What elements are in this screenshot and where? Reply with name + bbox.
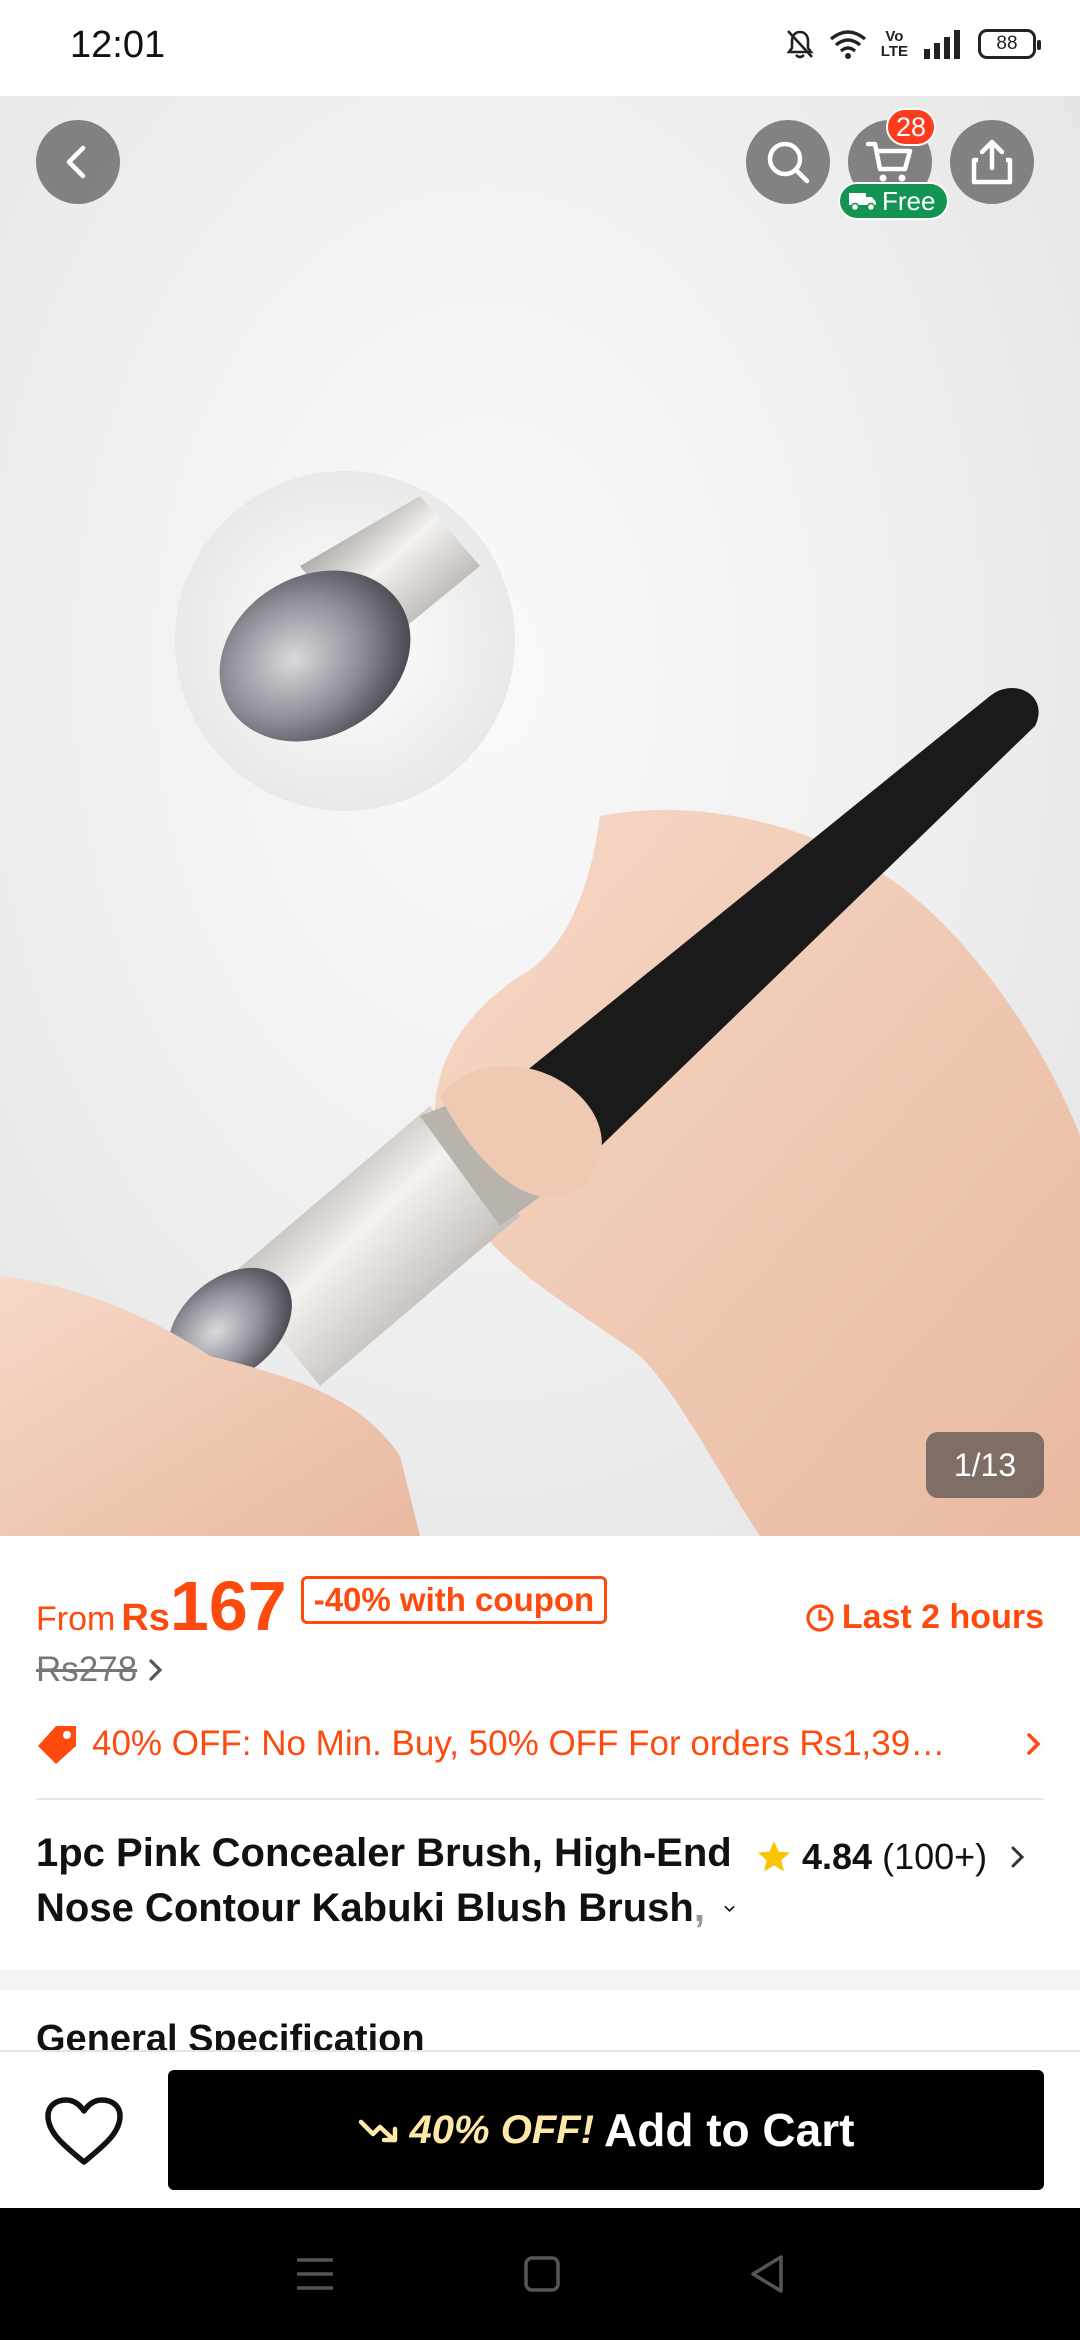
chevron-right-icon — [149, 1659, 163, 1681]
tag-icon — [38, 1726, 76, 1764]
volte-icon: Vo LTE — [880, 28, 908, 60]
original-price-link[interactable]: Rs278 — [36, 1650, 165, 1690]
star-icon — [758, 1841, 790, 1872]
free-shipping-badge: Free — [838, 182, 950, 220]
wifi-icon — [829, 30, 866, 59]
search-icon — [767, 141, 810, 184]
system-nav-bar — [0, 2208, 1080, 2340]
free-shipping-label: Free — [882, 185, 936, 216]
heart-icon — [45, 2097, 123, 2165]
original-price: Rs278 — [36, 1650, 138, 1689]
image-counter: 1/13 — [926, 1432, 1044, 1498]
product-title-line1: 1pc Pink Concealer Brush, High-End — [36, 1831, 732, 1875]
promo-banner[interactable]: 40% OFF: No Min. Buy, 50% OFF For orders… — [36, 1714, 1044, 1774]
chevron-down-icon[interactable] — [723, 1899, 736, 1919]
currency-label: Rs — [121, 1597, 170, 1639]
bottom-action-bar: 40% OFF! Add to Cart — [0, 2050, 1080, 2208]
timer-label: Last 2 hours — [841, 1598, 1044, 1636]
share-icon — [971, 139, 1013, 185]
product-title[interactable]: 1pc Pink Concealer Brush, High-End Nose … — [36, 1826, 736, 1936]
product-title-line2-row: Nose Contour Kabuki Blush Brush, — [36, 1881, 736, 1936]
divider — [36, 1798, 1044, 1800]
rating-value: 4.84 — [802, 1836, 873, 1877]
deal-timer: Last 2 hours — [804, 1598, 1044, 1637]
cart-count-badge: 28 — [886, 108, 937, 146]
home-icon[interactable] — [522, 2254, 562, 2294]
product-title-fade: , — [693, 1886, 705, 1930]
status-bar: 12:01 Vo LTE 88 — [0, 0, 1080, 96]
from-label: From — [36, 1600, 116, 1638]
product-image-gallery[interactable]: 28 Free 1/13 — [0, 96, 1080, 1536]
status-icons: Vo LTE 88 — [785, 28, 1041, 60]
signal-icon — [924, 30, 960, 59]
price-row: From Rs 167 -40% with coupon — [36, 1566, 608, 1646]
coupon-badge[interactable]: -40% with coupon — [300, 1576, 608, 1624]
rating-summary[interactable]: 4.84 (100+) — [756, 1836, 1027, 1878]
price-value: 167 — [169, 1567, 287, 1645]
wishlist-button[interactable] — [40, 2088, 128, 2176]
status-time: 12:01 — [70, 24, 166, 66]
truck-icon — [849, 193, 876, 212]
menu-icon[interactable] — [293, 2254, 337, 2294]
clock-icon — [806, 1603, 834, 1632]
add-to-cart-button[interactable]: 40% OFF! Add to Cart — [168, 2070, 1044, 2190]
spec-heading: General Specification — [36, 2018, 425, 2050]
mute-notification-icon — [786, 30, 814, 59]
battery-icon: 88 — [978, 29, 1041, 59]
add-to-cart-label: Add to Cart — [604, 2104, 855, 2156]
promo-text: 40% OFF: No Min. Buy, 50% OFF For orders… — [92, 1724, 946, 1763]
chevron-right-icon — [1027, 1733, 1041, 1755]
back-triangle-icon[interactable] — [747, 2253, 787, 2295]
discount-label: 40% OFF! — [409, 2107, 595, 2152]
product-title-line2: Nose Contour Kabuki Blush Brush — [36, 1886, 694, 1930]
review-count: (100+) — [882, 1836, 988, 1877]
product-photo — [0, 471, 1080, 1536]
trend-down-icon — [358, 2119, 397, 2143]
share-button[interactable] — [950, 120, 1034, 204]
back-button[interactable] — [36, 120, 120, 204]
chevron-left-icon — [66, 145, 86, 179]
section-separator — [0, 1970, 1080, 1990]
price-section: From Rs 167 -40% with coupon Last 2 hour… — [0, 1536, 1080, 1972]
chevron-right-icon — [1011, 1846, 1025, 1868]
search-button[interactable] — [746, 120, 830, 204]
